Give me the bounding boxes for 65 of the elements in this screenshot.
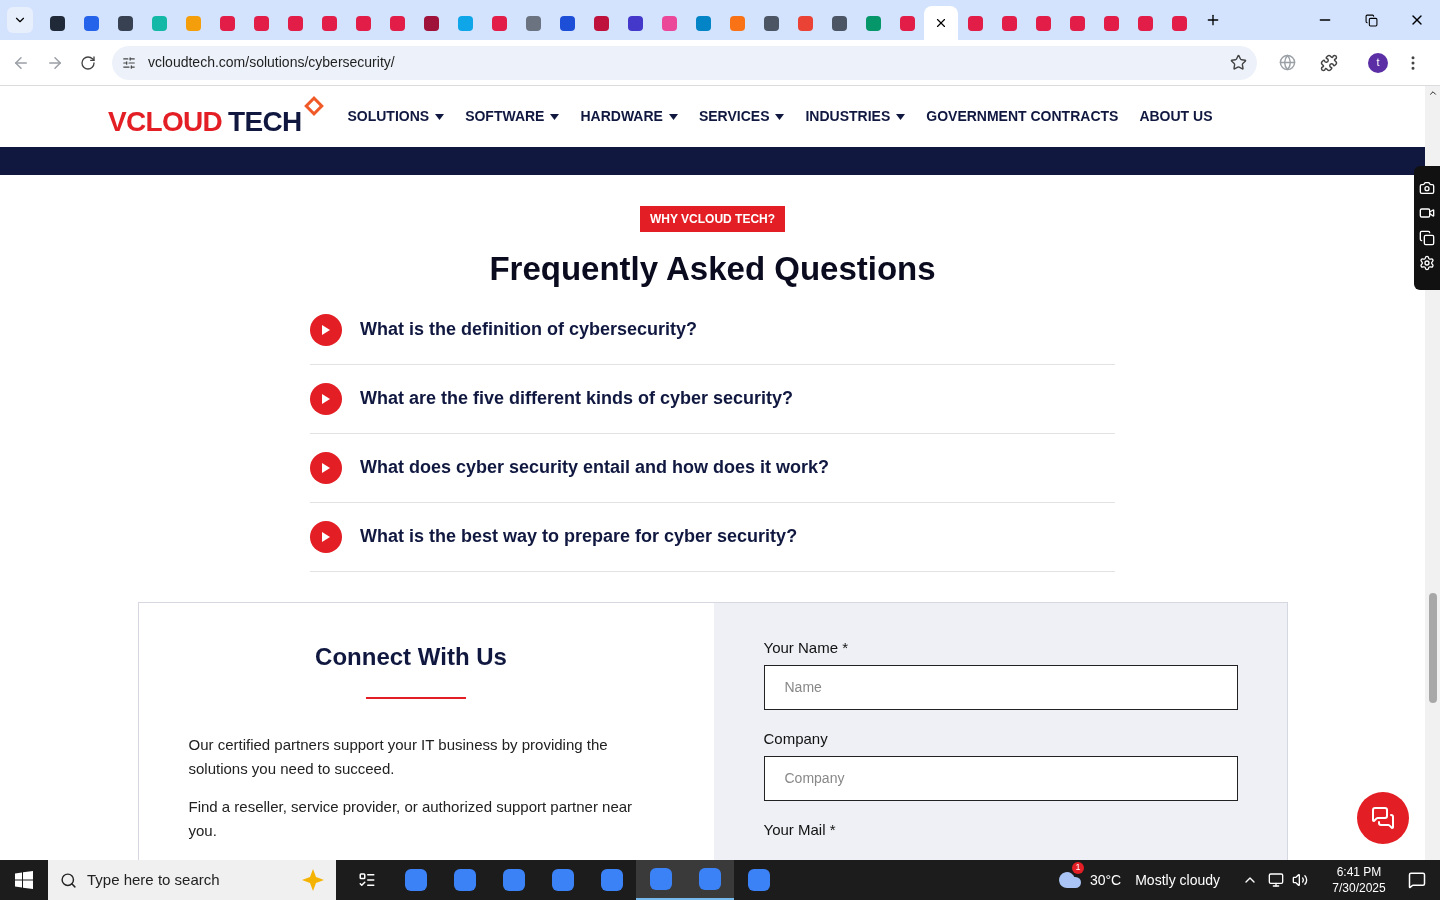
scrollbar-thumb[interactable]	[1428, 593, 1437, 703]
notification-badge: 1	[1071, 862, 1084, 874]
nav-link[interactable]: SERVICES	[698, 106, 785, 127]
nav-link[interactable]: SOLUTIONS	[347, 106, 445, 127]
notifications-icon[interactable]	[1408, 871, 1426, 889]
scroll-up-icon[interactable]	[1427, 88, 1438, 98]
windows-start-icon[interactable]	[15, 871, 33, 889]
input-field[interactable]: Company	[763, 755, 1238, 801]
tab-search-button[interactable]	[7, 7, 33, 33]
globe-icon[interactable]	[1279, 54, 1296, 71]
address-bar[interactable]: vcloudtech.com/solutions/cybersecurity/	[112, 45, 1257, 80]
profile-avatar[interactable]: t	[1368, 52, 1388, 73]
task-view-icon	[357, 871, 376, 889]
nav-link[interactable]: ABOUT US	[1139, 106, 1213, 127]
site-info-icon[interactable]	[122, 55, 136, 70]
volume-icon[interactable]	[1292, 872, 1308, 888]
faq-item[interactable]: What are the five different kinds of cyber security?	[310, 364, 1115, 434]
nav-link[interactable]: SOFTWARE	[465, 106, 560, 127]
nav-link[interactable]: HARDWARE	[580, 106, 678, 127]
input-field[interactable]: Name	[763, 664, 1238, 710]
temperature-text[interactable]: 30°C	[1089, 869, 1122, 891]
extensions-icon[interactable]	[1320, 53, 1338, 72]
url-text: vcloudtech.com/solutions/cybersecurity/	[148, 53, 396, 72]
clock[interactable]: 6:41 PM 7/30/2025	[1324, 864, 1394, 896]
faq-item[interactable]: What is the best way to prepare for cyber security?	[310, 502, 1115, 572]
taskbar-app[interactable]	[685, 860, 734, 900]
network-icon[interactable]	[1268, 872, 1284, 888]
field-label: Your Name *	[763, 638, 849, 657]
faq-heading: Frequently Asked Questions	[489, 249, 936, 289]
connect-paragraph: Find a reseller, service provider, or authorized support partner near you.	[188, 796, 634, 841]
chat-icon	[1371, 806, 1395, 830]
caret-icon	[550, 113, 560, 120]
caret-icon	[775, 113, 785, 120]
settings-icon[interactable]	[1419, 255, 1435, 271]
connect-paragraph: Our certified partners support your IT business by providing the solutions you need to succeed.	[188, 734, 609, 779]
faq-item[interactable]: What is the definition of cybersecurity?	[310, 295, 1115, 365]
search-icon	[60, 871, 77, 889]
faq-question: What does cyber security entail and how does it work?	[360, 456, 830, 479]
connect-heading: Connect With Us	[315, 641, 507, 672]
chat-button[interactable]	[1357, 792, 1409, 844]
close-icon[interactable]	[934, 16, 948, 30]
faq-question: What are the five different kinds of cyber security?	[360, 387, 794, 410]
field-label: Company	[763, 729, 829, 748]
new-tab-icon[interactable]	[1205, 12, 1221, 28]
reload-icon[interactable]	[80, 54, 96, 71]
faq-question: What is the best way to prepare for cyber security?	[360, 525, 798, 548]
restore-icon[interactable]	[1364, 13, 1378, 27]
caret-icon	[896, 113, 906, 120]
faq-question: What is the definition of cybersecurity?	[360, 318, 698, 341]
site-logo[interactable]: VCLOUD TECH	[108, 95, 326, 138]
taskbar-search-field[interactable]: Type here to search	[48, 860, 336, 900]
field-label: Your Mail *	[763, 820, 837, 839]
windows-icon[interactable]	[1419, 230, 1435, 246]
taskbar-app[interactable]	[636, 860, 685, 900]
section-badge: WHY VCLOUD TECH?	[639, 206, 786, 232]
sparkle-icon	[302, 869, 324, 891]
weather-condition-text[interactable]: Mostly cloudy	[1135, 869, 1220, 891]
caret-icon	[435, 113, 445, 120]
nav-link[interactable]: GOVERNMENT CONTRACTS	[926, 106, 1119, 127]
nav-link[interactable]: INDUSTRIES	[805, 106, 906, 127]
caret-icon	[668, 113, 678, 120]
faq-item[interactable]: What does cyber security entail and how does it work?	[310, 433, 1115, 503]
camera-icon[interactable]	[1419, 180, 1435, 196]
bookmark-star-icon[interactable]	[1230, 54, 1247, 71]
video-icon[interactable]	[1419, 205, 1435, 221]
